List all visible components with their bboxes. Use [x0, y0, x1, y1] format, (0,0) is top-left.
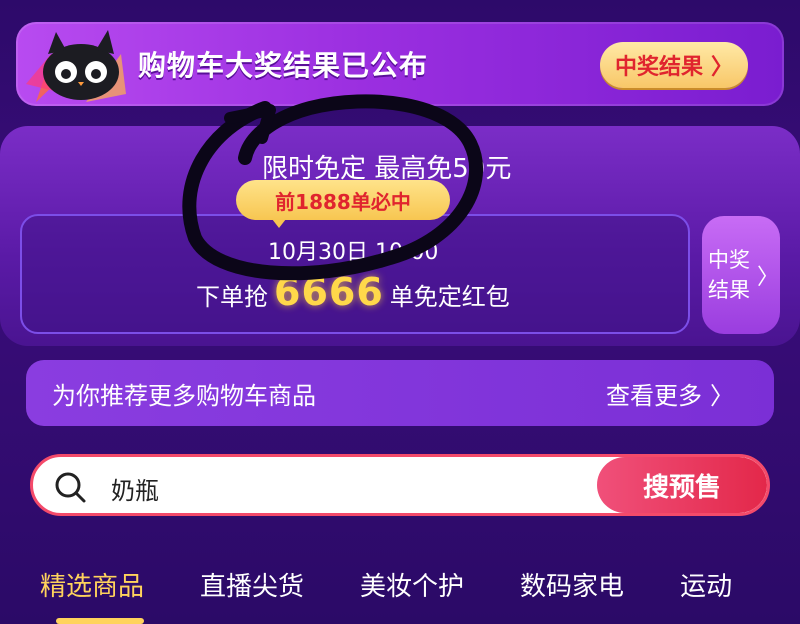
category-tabs: 精选商品 直播尖货 美妆个护 数码家电 运动 — [40, 566, 800, 606]
view-more-link[interactable]: 查看更多 〉 — [606, 376, 734, 411]
presale-search-bar[interactable]: 奶瓶 搜预售 — [30, 454, 770, 516]
tab-live-deals[interactable]: 直播尖货 — [200, 566, 304, 606]
search-icon — [55, 472, 86, 503]
promo-offer-suffix: 单免定红包 — [389, 283, 510, 311]
tab-electronics[interactable]: 数码家电 — [520, 566, 624, 606]
promo-badge: 前1888单必中 — [236, 180, 450, 228]
tab-featured[interactable]: 精选商品 — [40, 566, 144, 606]
side-prize-results-label: 中奖结果 — [707, 248, 750, 302]
side-prize-results-button[interactable]: 中奖结果 〉 — [702, 216, 780, 334]
banner-title: 购物车大奖结果已公布 — [138, 49, 429, 82]
view-more-label: 查看更多 — [606, 381, 702, 410]
recommend-label: 为你推荐更多购物车商品 — [52, 381, 316, 410]
search-presale-button[interactable]: 搜预售 — [597, 457, 767, 513]
promo-date: 10月30日 10:00 — [268, 240, 439, 265]
chevron-right-icon: 〉 — [710, 381, 734, 410]
promo-offer-number: 6666 — [274, 270, 384, 314]
prize-results-button-label: 中奖结果 — [614, 55, 703, 80]
promo-offer-prefix: 下单抢 — [196, 283, 268, 311]
prize-results-button[interactable]: 中奖结果 〉 — [600, 42, 748, 88]
tmall-cat-mascot-icon — [26, 30, 126, 102]
tab-sports[interactable]: 运动 — [680, 566, 732, 606]
chevron-right-icon: 〉 — [756, 265, 779, 290]
chevron-right-icon: 〉 — [711, 55, 734, 80]
tab-beauty[interactable]: 美妆个护 — [360, 566, 464, 606]
search-input[interactable]: 奶瓶 — [111, 471, 159, 506]
active-tab-indicator — [56, 618, 144, 624]
prize-results-banner[interactable]: 购物车大奖结果已公布 中奖结果 〉 — [16, 22, 784, 106]
recommend-more-bar[interactable]: 为你推荐更多购物车商品 查看更多 〉 — [26, 360, 774, 426]
promo-offer-line: 下单抢 6666 单免定红包 — [196, 270, 510, 314]
